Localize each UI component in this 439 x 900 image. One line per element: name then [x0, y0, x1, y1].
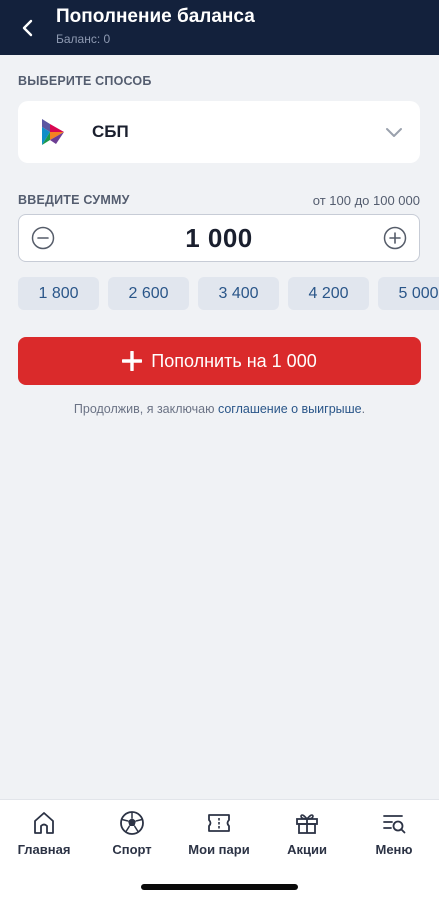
nav-label-promotions: Акции: [287, 842, 327, 857]
sbp-logo-icon: [42, 119, 64, 145]
chevron-left-icon: [22, 19, 33, 36]
method-section-label: ВЫБЕРИТЕ СПОСОБ: [18, 74, 152, 88]
decrease-button[interactable]: [31, 226, 55, 250]
amount-input[interactable]: 1 000: [67, 223, 371, 254]
header-bar: Пополнение баланса Баланс: 0: [0, 0, 439, 55]
nav-item-sport[interactable]: Спорт: [92, 809, 172, 857]
nav-label-my-bets: Мои пари: [188, 842, 250, 857]
ticket-icon: [208, 814, 230, 832]
method-name: СБП: [92, 122, 129, 141]
agreement-suffix: .: [361, 402, 366, 416]
nav-item-my-bets[interactable]: Мои пари: [179, 809, 259, 857]
nav-item-menu[interactable]: Меню: [354, 809, 434, 857]
increase-button[interactable]: [383, 226, 407, 250]
quick-amount-chip[interactable]: 4 200: [288, 277, 369, 310]
agreement-link[interactable]: соглашение о выигрыше: [218, 402, 362, 416]
quick-amount-chip[interactable]: 2 600: [108, 277, 189, 310]
home-indicator[interactable]: [141, 884, 298, 890]
soccer-ball-icon: [120, 811, 144, 835]
page-title: Пополнение баланса: [56, 6, 255, 27]
nav-item-promotions[interactable]: Акции: [267, 809, 347, 857]
nav-label-sport: Спорт: [112, 842, 152, 857]
plus-icon: [122, 351, 143, 371]
gift-icon: [296, 814, 318, 834]
menu-search-icon: [383, 815, 406, 834]
quick-amount-chip[interactable]: 1 800: [18, 277, 99, 310]
nav-label-menu: Меню: [375, 842, 413, 857]
quick-amount-chip[interactable]: 5 000: [378, 277, 439, 310]
agreement-prefix: Продолжив, я заключаю: [73, 402, 218, 416]
payment-method-select[interactable]: СБП: [18, 101, 420, 163]
plus-circle-icon: [383, 226, 407, 250]
balance-subtitle: Баланс: 0: [56, 32, 111, 46]
agreement-text: Продолжив, я заключаю соглашение о выигр…: [0, 402, 439, 416]
amount-stepper: 1 000: [18, 214, 420, 262]
back-button[interactable]: [0, 0, 56, 55]
nav-item-home[interactable]: Главная: [4, 809, 84, 857]
amount-range: от 100 до 100 000: [312, 193, 420, 208]
top-up-button[interactable]: Пополнить на 1 000: [18, 337, 421, 385]
nav-label-home: Главная: [17, 842, 71, 857]
quick-amounts: 1 800 2 600 3 400 4 200 5 000: [18, 277, 439, 310]
header-text: Пополнение баланса Баланс: 0: [56, 6, 255, 47]
chevron-down-icon: [386, 128, 402, 137]
amount-section-label: ВВЕДИТЕ СУММУ: [18, 193, 130, 207]
top-up-button-label: Пополнить на 1 000: [151, 350, 317, 371]
minus-circle-icon: [31, 226, 55, 250]
quick-amount-chip[interactable]: 3 400: [198, 277, 279, 310]
home-icon: [34, 812, 54, 834]
